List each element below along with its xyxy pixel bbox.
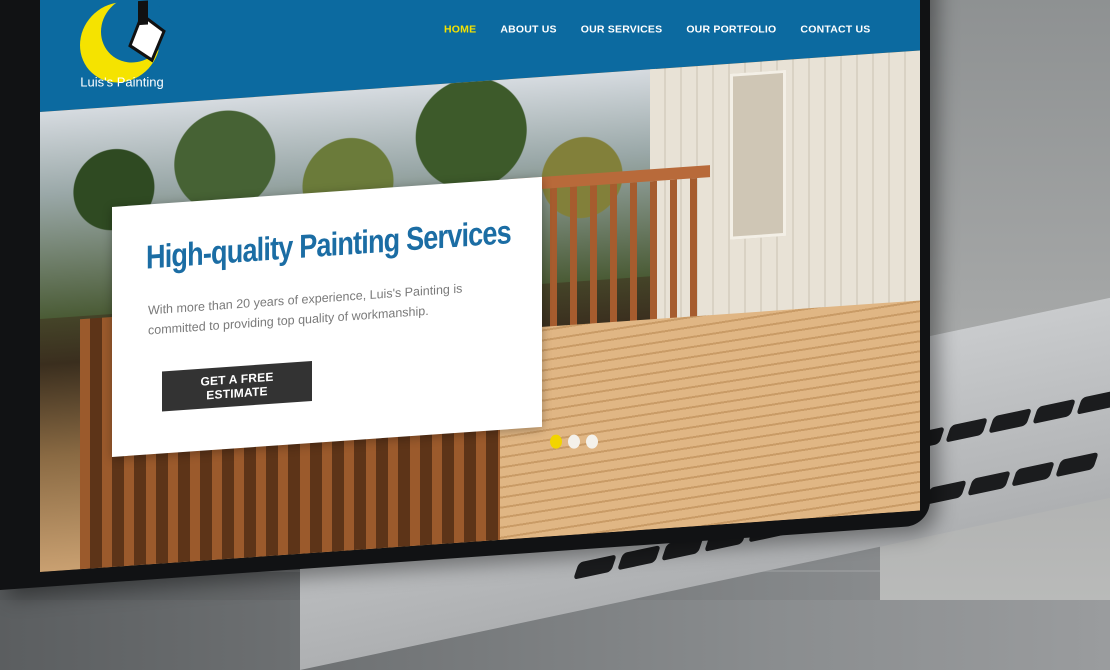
slider-dot[interactable] <box>550 434 562 449</box>
logo-text[interactable]: Luis's Painting <box>62 74 182 89</box>
slider-dot[interactable] <box>586 434 598 449</box>
logo-icon[interactable] <box>72 0 182 108</box>
slider-dot[interactable] <box>568 434 580 449</box>
hero-title: High-quality Painting Services <box>146 213 511 276</box>
key <box>573 554 617 580</box>
nav-item-about-us[interactable]: ABOUT US <box>500 24 556 36</box>
slider-pagination <box>550 434 598 449</box>
main-nav: HOME ABOUT US OUR SERVICES OUR PORTFOLIO… <box>444 24 870 36</box>
key <box>1011 461 1056 487</box>
nav-item-home[interactable]: HOME <box>444 24 476 36</box>
nav-item-our-services[interactable]: OUR SERVICES <box>581 24 663 36</box>
hero-card: High-quality Painting Services With more… <box>112 176 542 457</box>
hero-description: With more than 20 years of experience, L… <box>148 281 463 338</box>
laptop-screen: Luis's Painting HOME ABOUT US OUR SERVIC… <box>40 0 920 572</box>
get-estimate-button[interactable]: GET A FREE ESTIMATE <box>162 360 312 412</box>
hero-image-window <box>730 69 786 240</box>
nav-item-contact-us[interactable]: CONTACT US <box>800 24 870 36</box>
key <box>616 545 661 571</box>
hero-image-deck <box>480 299 920 542</box>
key <box>923 479 968 506</box>
nav-item-our-portfolio[interactable]: OUR PORTFOLIO <box>686 24 776 36</box>
key <box>967 470 1012 496</box>
